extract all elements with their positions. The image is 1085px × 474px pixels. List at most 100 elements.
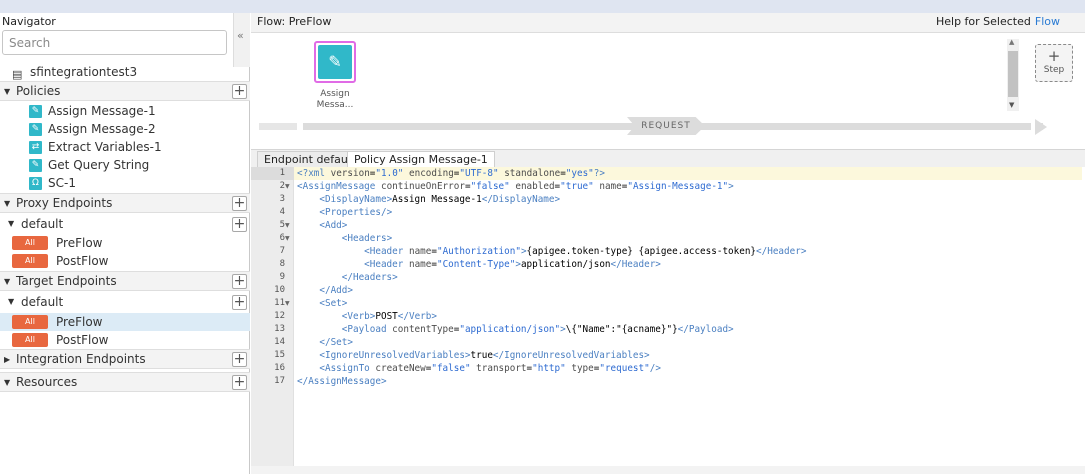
target-default-item[interactable]: ▼ default + bbox=[0, 293, 250, 311]
code-line[interactable]: <Headers> bbox=[297, 232, 1082, 245]
caret-down-icon: ▼ bbox=[4, 378, 11, 387]
section-target-endpoints-label: Target Endpoints bbox=[16, 274, 117, 288]
fold-toggle-icon[interactable]: ▼ bbox=[285, 219, 290, 232]
request-label: REQUEST bbox=[627, 117, 705, 135]
flow-item-target-preflow[interactable]: All PreFlow bbox=[0, 313, 250, 331]
editor-horizontal-scrollbar[interactable] bbox=[251, 466, 1085, 474]
code-line[interactable]: <Payload contentType="application/json">… bbox=[297, 323, 1082, 336]
policy-label: Extract Variables-1 bbox=[48, 140, 162, 154]
all-badge: All bbox=[12, 315, 48, 329]
caret-down-icon: ▼ bbox=[8, 219, 15, 228]
section-target-endpoints[interactable]: ▼ Target Endpoints + bbox=[0, 271, 250, 291]
line-number: 12 bbox=[274, 311, 285, 321]
proxy-root-item[interactable]: ▤ sfintegrationtest3 bbox=[0, 63, 250, 81]
pencil-icon: ✎ bbox=[29, 159, 42, 172]
code-line[interactable]: </AssignMessage> bbox=[297, 375, 1082, 388]
code-line[interactable]: <IgnoreUnresolvedVariables>true</IgnoreU… bbox=[297, 349, 1082, 362]
code-line[interactable]: <Header name="Authorization">{apigee.tok… bbox=[297, 245, 1082, 258]
search-input[interactable] bbox=[2, 30, 227, 55]
policy-label: Assign Message-2 bbox=[48, 122, 156, 136]
code-line[interactable]: </Set> bbox=[297, 336, 1082, 349]
add-proxy-flow-button[interactable]: + bbox=[232, 217, 247, 232]
target-default-label: default bbox=[21, 295, 64, 309]
policy-item[interactable]: Ω SC-1 bbox=[0, 174, 250, 192]
scrollbar-thumb[interactable] bbox=[1008, 51, 1018, 97]
line-number: 9 bbox=[279, 272, 285, 282]
policy-item[interactable]: ⇄ Extract Variables-1 bbox=[0, 138, 250, 156]
line-number: 11 bbox=[274, 298, 285, 308]
policy-item[interactable]: ✎ Assign Message-2 bbox=[0, 120, 250, 138]
section-proxy-endpoints[interactable]: ▼ Proxy Endpoints + bbox=[0, 193, 250, 213]
line-number: 3 bbox=[279, 194, 285, 204]
arrow-down-icon[interactable]: ▼ bbox=[1009, 101, 1014, 109]
flow-item-proxy-postflow[interactable]: All PostFlow bbox=[0, 252, 250, 270]
policy-step-assign-message[interactable]: ✎ bbox=[314, 41, 356, 83]
fold-toggle-icon[interactable]: ▼ bbox=[285, 180, 290, 193]
caret-down-icon: ▼ bbox=[4, 277, 11, 286]
code-line[interactable]: </Headers> bbox=[297, 271, 1082, 284]
code-line[interactable]: <AssignTo createNew="false" transport="h… bbox=[297, 362, 1082, 375]
flow-item-proxy-preflow[interactable]: All PreFlow bbox=[0, 234, 250, 252]
line-number-gutter: 1 2 ▼ 3 4 5 ▼ 6 ▼ 7 8 9 10 11 ▼ 12 13 14 15 16 17 bbox=[251, 167, 294, 474]
code-line[interactable]: <DisplayName>Assign Message-1</DisplayNa… bbox=[297, 193, 1082, 206]
add-proxy-endpoint-button[interactable]: + bbox=[232, 196, 247, 211]
canvas-scrollbar[interactable]: ▲ ▼ bbox=[1007, 38, 1019, 111]
section-policies[interactable]: ▼ Policies + bbox=[0, 81, 250, 101]
proxy-name: sfintegrationtest3 bbox=[30, 65, 138, 79]
flow-item-target-postflow[interactable]: All PostFlow bbox=[0, 331, 250, 349]
caret-down-icon: ▼ bbox=[4, 199, 11, 208]
caret-right-icon: ▶ bbox=[4, 355, 11, 364]
add-integration-endpoint-button[interactable]: + bbox=[232, 352, 247, 367]
line-number: 17 bbox=[274, 376, 285, 386]
navigator-title: Navigator bbox=[2, 15, 56, 28]
code-line[interactable]: <Header name="Content-Type">application/… bbox=[297, 258, 1082, 271]
help-flow-link[interactable]: Flow bbox=[1035, 15, 1060, 28]
extract-icon: ⇄ bbox=[29, 141, 42, 154]
code-line[interactable]: <Add> bbox=[297, 219, 1082, 232]
help-label: Help for Selected bbox=[935, 15, 1031, 28]
policy-item[interactable]: ✎ Assign Message-1 bbox=[0, 102, 250, 120]
code-line[interactable]: <Verb>POST</Verb> bbox=[297, 310, 1082, 323]
line-number: 8 bbox=[279, 259, 285, 269]
line-number: 1 bbox=[251, 167, 294, 180]
request-line-start bbox=[259, 123, 297, 130]
policy-label: SC-1 bbox=[48, 176, 76, 190]
code-line[interactable]: </Add> bbox=[297, 284, 1082, 297]
proxy-default-item[interactable]: ▼ default + bbox=[0, 215, 250, 233]
add-target-flow-button[interactable]: + bbox=[232, 295, 247, 310]
add-policy-button[interactable]: + bbox=[232, 84, 247, 99]
section-integration-endpoints[interactable]: ▶ Integration Endpoints + bbox=[0, 349, 250, 369]
line-number: 6 bbox=[279, 233, 285, 243]
policy-item[interactable]: ✎ Get Query String bbox=[0, 156, 250, 174]
code-editor[interactable]: 1 2 ▼ 3 4 5 ▼ 6 ▼ 7 8 9 10 11 ▼ 12 13 14 15 16 17 <?xml vers… bbox=[251, 167, 1085, 474]
all-badge: All bbox=[12, 236, 48, 250]
fold-toggle-icon[interactable]: ▼ bbox=[285, 232, 290, 245]
flow-label: PreFlow bbox=[56, 236, 103, 250]
flow-canvas: ✎ Assign Messa... ▲ ▼ + Step REQUEST bbox=[251, 33, 1085, 147]
flow-label: PostFlow bbox=[56, 333, 109, 347]
line-number: 14 bbox=[274, 337, 285, 347]
add-step-label: Step bbox=[1043, 65, 1065, 75]
add-target-endpoint-button[interactable]: + bbox=[232, 274, 247, 289]
code-line[interactable]: <Set> bbox=[297, 297, 1082, 310]
section-resources-label: Resources bbox=[16, 375, 78, 389]
code-line[interactable]: <?xml version="1.0" encoding="UTF-8" sta… bbox=[294, 167, 1082, 180]
flow-label: PreFlow bbox=[56, 315, 103, 329]
arrow-up-icon[interactable]: ▲ bbox=[1009, 38, 1014, 46]
line-number: 13 bbox=[274, 324, 285, 334]
section-policies-label: Policies bbox=[16, 84, 61, 98]
add-resource-button[interactable]: + bbox=[232, 375, 247, 390]
add-step-button[interactable]: + Step bbox=[1035, 44, 1073, 82]
section-integration-endpoints-label: Integration Endpoints bbox=[16, 352, 146, 366]
code-line[interactable]: <AssignMessage continueOnError="false" e… bbox=[297, 180, 1082, 193]
collapse-navigator-button[interactable]: « bbox=[233, 13, 250, 67]
tab-policy-assign-message-1[interactable]: Policy Assign Message-1 bbox=[347, 151, 495, 168]
flow-title: Flow: PreFlow bbox=[257, 15, 332, 28]
caret-down-icon: ▼ bbox=[8, 297, 15, 306]
all-badge: All bbox=[12, 333, 48, 347]
fold-toggle-icon[interactable]: ▼ bbox=[285, 297, 290, 310]
section-resources[interactable]: ▼ Resources + bbox=[0, 372, 250, 392]
service-callout-icon: Ω bbox=[29, 177, 42, 190]
editor-tabs: Endpoint default Policy Assign Message-1 bbox=[251, 149, 1085, 168]
code-line[interactable]: <Properties/> bbox=[297, 206, 1082, 219]
